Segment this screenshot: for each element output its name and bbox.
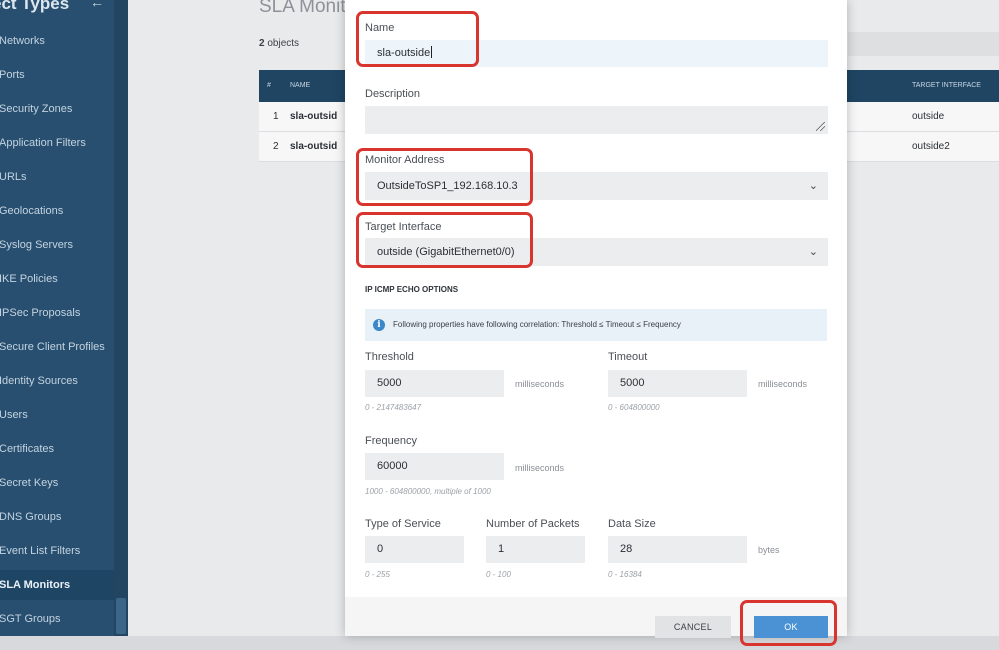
object-count-label: objects — [267, 38, 300, 49]
correlation-info-box: i Following properties have following co… — [365, 309, 827, 341]
number-of-packets-input[interactable]: 1 — [486, 536, 585, 563]
resize-handle-icon[interactable] — [816, 122, 825, 131]
sidebar-item-secret-keys[interactable]: Secret Keys — [0, 468, 114, 498]
sidebar-item-sgt-groups[interactable]: SGT Groups — [0, 604, 114, 634]
frequency-label: Frequency — [365, 435, 417, 447]
chevron-down-icon: ⌄ — [808, 246, 818, 258]
sidebar-item-identity-sources[interactable]: Identity Sources — [0, 366, 114, 396]
sidebar-item-label: Certificates — [0, 443, 55, 455]
data-size-label: Data Size — [608, 518, 656, 530]
sidebar-item-label: Application Filters — [0, 137, 86, 149]
data-size-unit: bytes — [758, 545, 780, 555]
arrow-left-icon[interactable]: ← — [90, 0, 104, 10]
sidebar-item-label: SLA Monitors — [0, 579, 71, 591]
column-header-name[interactable]: NAME — [290, 70, 310, 102]
sidebar-item-urls[interactable]: URLs — [0, 162, 114, 192]
column-header-target-interface[interactable]: TARGET INTERFACE — [912, 70, 981, 102]
sidebar-item-networks[interactable]: Networks — [0, 26, 114, 56]
sidebar-item-label: Identity Sources — [0, 375, 78, 387]
type-of-service-input[interactable]: 0 — [365, 536, 464, 563]
data-size-value: 28 — [620, 543, 633, 555]
type-of-service-label: Type of Service — [365, 518, 441, 530]
sidebar-item-application-filters[interactable]: Application Filters — [0, 128, 114, 158]
row-target-interface: outside2 — [912, 141, 950, 152]
frequency-input[interactable]: 60000 — [365, 453, 504, 480]
sidebar-scrollbar-thumb[interactable] — [116, 598, 126, 634]
sidebar-item-label: IPSec Proposals — [0, 307, 81, 319]
threshold-range-hint: 0 - 2147483647 — [365, 403, 422, 412]
description-label: Description — [365, 88, 421, 100]
frequency-unit: milliseconds — [515, 463, 565, 473]
data-size-range-hint: 0 - 16384 — [608, 570, 642, 579]
sidebar-item-label: Ports — [0, 69, 25, 81]
sidebar-item-secure-client-profiles[interactable]: Secure Client Profiles — [0, 332, 114, 362]
number-of-packets-range-hint: 0 - 100 — [486, 570, 511, 579]
threshold-label: Threshold — [365, 351, 414, 363]
row-name: sla-outsid — [290, 111, 338, 122]
threshold-unit: milliseconds — [515, 379, 565, 389]
sidebar-item-ports[interactable]: Ports — [0, 60, 114, 90]
sidebar-item-label: Syslog Servers — [0, 239, 73, 251]
sidebar-item-sla-monitors[interactable]: SLA Monitors — [0, 570, 114, 600]
row-number: 2 — [273, 141, 279, 152]
filter-input[interactable] — [848, 32, 999, 56]
info-icon: i — [373, 319, 385, 331]
sidebar-item-label: Geolocations — [0, 205, 64, 217]
monitor-address-highlight — [356, 148, 533, 206]
timeout-label: Timeout — [608, 351, 648, 363]
sidebar-item-label: DNS Groups — [0, 511, 62, 523]
description-textarea[interactable] — [365, 106, 828, 134]
object-count: 2 objects — [259, 38, 299, 49]
sidebar-item-label: Event List Filters — [0, 545, 81, 557]
frequency-range-hint: 1000 - 604800000, multiple of 1000 — [365, 487, 491, 496]
sidebar-item-certificates[interactable]: Certificates — [0, 434, 114, 464]
sidebar-item-label: Secret Keys — [0, 477, 59, 489]
target-interface-highlight — [356, 212, 533, 268]
object-types-sidebar: ect Types ← Networks Ports Security Zones A… — [0, 0, 128, 636]
sidebar-item-label: IKE Policies — [0, 273, 58, 285]
sidebar-item-ipsec-proposals[interactable]: IPSec Proposals — [0, 298, 114, 328]
sidebar-item-label: URLs — [0, 171, 27, 183]
sidebar-title: ect Types — [0, 0, 70, 13]
row-number: 1 — [273, 111, 279, 122]
timeout-range-hint: 0 - 604800000 — [608, 403, 660, 412]
chevron-down-icon: ⌄ — [808, 180, 818, 192]
correlation-info-text: Following properties have following corr… — [393, 320, 681, 329]
sidebar-item-label: SGT Groups — [0, 613, 61, 625]
sidebar-item-label: Users — [0, 409, 28, 421]
sidebar-item-users[interactable]: Users — [0, 400, 114, 430]
frequency-value: 60000 — [377, 460, 408, 472]
row-name: sla-outsid — [290, 141, 338, 152]
column-header-number: # — [267, 82, 271, 89]
sidebar-item-security-zones[interactable]: Security Zones — [0, 94, 114, 124]
sidebar-item-geolocations[interactable]: Geolocations — [0, 196, 114, 226]
row-target-interface: outside — [912, 111, 945, 122]
sidebar-item-label: Secure Client Profiles — [0, 341, 105, 353]
sidebar-scrollbar[interactable] — [114, 0, 128, 636]
sidebar-item-label: Security Zones — [0, 103, 73, 115]
number-of-packets-label: Number of Packets — [486, 518, 580, 530]
icmp-echo-options-heading: IP ICMP ECHO OPTIONS — [365, 285, 459, 294]
page-title: SLA Monit — [259, 0, 346, 17]
sidebar-item-dns-groups[interactable]: DNS Groups — [0, 502, 114, 532]
timeout-value: 5000 — [620, 377, 645, 389]
threshold-input[interactable]: 5000 — [365, 370, 504, 397]
name-field-highlight — [356, 11, 479, 67]
sidebar-item-syslog-servers[interactable]: Syslog Servers — [0, 230, 114, 260]
timeout-unit: milliseconds — [758, 379, 808, 389]
number-of-packets-value: 1 — [498, 543, 505, 555]
bottom-strip — [0, 636, 999, 650]
threshold-value: 5000 — [377, 377, 402, 389]
type-of-service-range-hint: 0 - 255 — [365, 570, 390, 579]
data-size-input[interactable]: 28 — [608, 536, 747, 563]
sla-monitor-dialog: Name sla-outside Description Monitor Add… — [345, 0, 847, 638]
sidebar-item-ike-policies[interactable]: IKE Policies — [0, 264, 114, 294]
cancel-button[interactable]: CANCEL — [655, 616, 731, 638]
ok-button-highlight — [740, 600, 837, 646]
object-count-number: 2 — [259, 38, 265, 49]
sidebar-item-label: Networks — [0, 35, 45, 47]
type-of-service-value: 0 — [377, 543, 384, 555]
timeout-input[interactable]: 5000 — [608, 370, 747, 397]
sidebar-item-event-list-filters[interactable]: Event List Filters — [0, 536, 114, 566]
